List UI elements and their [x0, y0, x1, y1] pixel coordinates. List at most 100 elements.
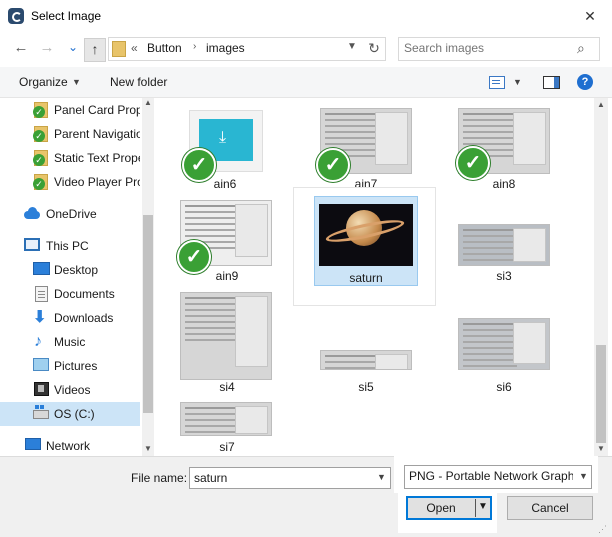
file-thumbnail: [180, 292, 272, 380]
drive-icon: [33, 405, 49, 419]
change-view-icon[interactable]: [489, 76, 505, 89]
desktop-icon: [33, 262, 50, 275]
breadcrumb-button[interactable]: Button: [147, 41, 182, 55]
file-name: si5: [358, 380, 374, 394]
sidebar-item-label: Network: [46, 439, 91, 453]
sidebar-item-label: Videos: [54, 383, 91, 397]
folder-check-icon: [33, 102, 48, 118]
sidebar-item-pictures[interactable]: Pictures: [0, 354, 140, 378]
refresh-button[interactable]: ↻: [365, 40, 383, 58]
file-name: saturn: [349, 271, 383, 285]
onedrive-icon: [24, 206, 40, 222]
address-dropdown-icon[interactable]: ▼: [347, 41, 357, 52]
preview-pane-icon[interactable]: [543, 76, 560, 89]
scroll-up-arrow-icon[interactable]: ▲: [594, 98, 608, 112]
pc-icon: [24, 238, 40, 251]
chevron-down-icon[interactable]: ▼: [579, 471, 588, 481]
overflow-chevron-icon[interactable]: «: [131, 41, 138, 55]
file-name: si6: [496, 380, 512, 394]
file-item-si7[interactable]: si7: [167, 394, 287, 456]
sidebar-item-network[interactable]: Network: [0, 434, 140, 458]
breadcrumb-images[interactable]: images: [206, 41, 245, 55]
split-divider: [475, 499, 476, 517]
recent-locations-button[interactable]: ⌄: [64, 38, 82, 56]
new-folder-button[interactable]: New folder: [110, 75, 167, 89]
search-input[interactable]: [404, 41, 564, 55]
sidebar-item-downloads[interactable]: ⬇ Downloads: [0, 306, 140, 330]
sidebar-item-onedrive[interactable]: OneDrive: [0, 202, 140, 226]
file-name: ain8: [492, 177, 516, 191]
network-icon: [25, 438, 41, 450]
sync-check-icon: ✓: [456, 146, 490, 180]
sidebar-item-label: OS (C:): [54, 407, 95, 421]
open-options-arrow-icon[interactable]: ▼: [478, 501, 488, 512]
file-thumbnail: [458, 318, 550, 370]
file-item-ain7[interactable]: ✓ ain7: [306, 98, 426, 194]
sidebar-item-label: Music: [54, 335, 86, 349]
sidebar-item-this-pc[interactable]: This PC: [0, 234, 140, 258]
scroll-up-arrow-icon[interactable]: ▲: [142, 98, 154, 110]
sidebar-item-parent-navigation[interactable]: Parent Navigatio: [0, 122, 140, 146]
sidebar-item-os-c[interactable]: OS (C:): [0, 402, 140, 426]
chevron-down-icon[interactable]: ▼: [377, 472, 386, 482]
sidebar-item-label: Downloads: [54, 311, 114, 325]
files-scrollbar-thumb[interactable]: [596, 345, 606, 443]
sidebar-item-static-text-prope[interactable]: Static Text Prope: [0, 146, 140, 170]
file-item-si5[interactable]: si5: [306, 288, 426, 394]
file-item-ain6[interactable]: ⤓ ✓ ain6: [165, 98, 285, 194]
file-name: ain9: [215, 269, 239, 283]
close-button[interactable]: ✕: [578, 6, 602, 26]
file-item-si3[interactable]: si3: [444, 190, 564, 286]
back-button[interactable]: ←: [12, 39, 30, 57]
folder-check-icon: [33, 174, 48, 190]
file-name: si4: [219, 380, 235, 394]
documents-icon: [35, 286, 48, 302]
download-icon: ⤓: [219, 129, 227, 146]
sidebar-item-label: Parent Navigatio: [54, 127, 140, 141]
sidebar-item-desktop[interactable]: Desktop: [0, 258, 140, 282]
cancel-button-label[interactable]: Cancel: [507, 501, 593, 515]
file-name-input[interactable]: [194, 471, 364, 485]
file-name: ain6: [213, 177, 237, 191]
sidebar-item-label: Static Text Prope: [54, 151, 140, 165]
app-icon: [8, 8, 24, 24]
sidebar-item-panel-card-prop[interactable]: Panel Card Prop: [0, 98, 140, 122]
folder-icon: [112, 41, 126, 57]
organize-button[interactable]: Organize: [19, 75, 68, 89]
resize-grip-icon[interactable]: ⋰: [598, 524, 607, 535]
sidebar-item-label: Video Player Pro: [54, 175, 140, 189]
file-item-ain9[interactable]: ✓ ain9: [167, 190, 287, 286]
chevron-down-icon[interactable]: ▼: [72, 77, 81, 87]
sidebar-item-label: Panel Card Prop: [54, 103, 140, 117]
breadcrumb-separator-icon[interactable]: ›: [193, 41, 196, 52]
up-button[interactable]: ↑: [84, 38, 106, 62]
folder-check-icon: [33, 150, 48, 166]
sidebar-item-video-player-pro[interactable]: Video Player Pro: [0, 170, 140, 194]
videos-icon: [34, 382, 49, 396]
sidebar-item-videos[interactable]: Videos: [0, 378, 140, 402]
search-icon[interactable]: ⌕: [577, 40, 585, 57]
file-item-si6[interactable]: si6: [444, 288, 564, 394]
file-name: si7: [219, 440, 235, 454]
music-icon: ♪: [34, 333, 42, 350]
help-icon[interactable]: ?: [577, 74, 593, 90]
file-item-si4[interactable]: si4: [167, 288, 287, 394]
file-name-label: File name:: [131, 471, 188, 485]
sidebar-item-label: Documents: [54, 287, 115, 301]
sidebar-item-label: Pictures: [54, 359, 98, 373]
file-type-value: PNG - Portable Network Graphi: [409, 469, 573, 483]
scroll-down-arrow-icon[interactable]: ▼: [142, 444, 154, 456]
file-name: si3: [496, 269, 512, 283]
file-item-ain8[interactable]: ✓ ain8: [444, 98, 564, 194]
open-button-label[interactable]: Open: [408, 501, 474, 515]
forward-button[interactable]: →: [38, 39, 56, 57]
folder-check-icon: [33, 126, 48, 142]
sidebar-scrollbar-thumb[interactable]: [143, 215, 153, 413]
sidebar-item-music[interactable]: ♪ Music: [0, 330, 140, 354]
scroll-down-arrow-icon[interactable]: ▼: [594, 442, 608, 456]
sidebar-item-label: Desktop: [54, 263, 99, 277]
pictures-icon: [33, 358, 49, 371]
sidebar-item-label: This PC: [46, 239, 89, 253]
view-options-chevron-icon[interactable]: ▼: [513, 77, 522, 87]
sidebar-item-documents[interactable]: Documents: [0, 282, 140, 306]
